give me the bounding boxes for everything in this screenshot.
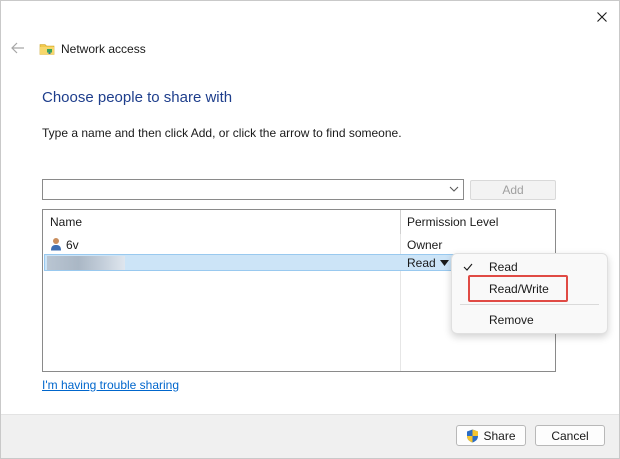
network-access-window: Network access Choose people to share wi… bbox=[0, 0, 620, 459]
back-button[interactable] bbox=[9, 39, 27, 57]
window-title-row: Network access bbox=[39, 40, 146, 58]
column-header-name[interactable]: Name bbox=[50, 215, 82, 229]
menu-item-remove[interactable]: Remove bbox=[452, 310, 607, 330]
name-input[interactable] bbox=[43, 180, 438, 199]
menu-item-label: Remove bbox=[489, 313, 534, 327]
row-name-owner[interactable]: 6v bbox=[66, 238, 79, 252]
header-divider[interactable] bbox=[400, 210, 401, 234]
close-button[interactable] bbox=[585, 1, 619, 33]
column-header-permission[interactable]: Permission Level bbox=[407, 215, 498, 229]
add-button[interactable]: Add bbox=[470, 180, 556, 200]
trouble-sharing-link[interactable]: I'm having trouble sharing bbox=[42, 378, 179, 392]
instructions-text: Type a name and then click Add, or click… bbox=[42, 126, 402, 140]
column-divider bbox=[400, 210, 401, 371]
check-icon bbox=[463, 263, 473, 271]
row-permission-owner: Owner bbox=[407, 238, 443, 252]
table-row-selected[interactable]: Read bbox=[44, 254, 455, 271]
caret-down-icon[interactable] bbox=[440, 260, 449, 266]
cancel-button[interactable]: Cancel bbox=[535, 425, 605, 446]
share-button[interactable]: Share bbox=[456, 425, 526, 446]
network-folder-icon bbox=[39, 44, 55, 55]
back-arrow-icon bbox=[11, 42, 24, 54]
dialog-footer bbox=[1, 414, 619, 458]
menu-separator bbox=[460, 304, 599, 305]
close-icon bbox=[597, 12, 607, 22]
chevron-down-icon[interactable] bbox=[449, 185, 459, 193]
obscured-user-name bbox=[47, 256, 125, 270]
highlight-annotation-box bbox=[468, 275, 568, 302]
menu-item-label: Read bbox=[489, 260, 518, 274]
uac-shield-icon bbox=[467, 429, 479, 442]
menu-item-read[interactable]: Read bbox=[452, 257, 607, 277]
row-permission-dropdown[interactable]: Read bbox=[407, 256, 436, 270]
window-title: Network access bbox=[61, 42, 146, 56]
user-icon bbox=[51, 238, 61, 251]
page-heading: Choose people to share with bbox=[42, 89, 233, 106]
name-combo-box[interactable] bbox=[42, 179, 464, 200]
share-button-label: Share bbox=[483, 428, 516, 443]
